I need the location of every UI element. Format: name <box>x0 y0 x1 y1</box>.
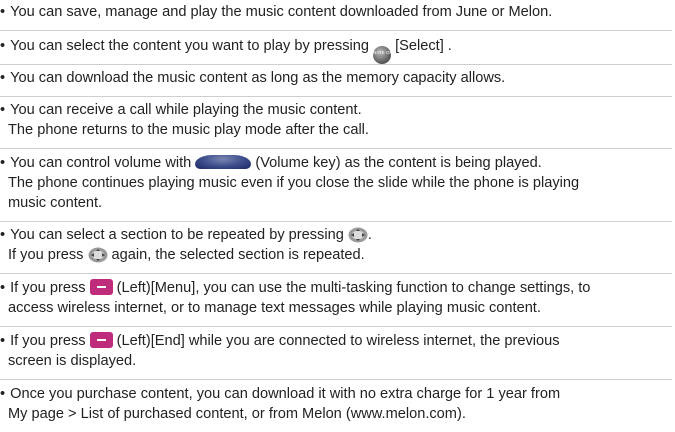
item-text: access wireless internet, or to manage t… <box>8 300 541 316</box>
item-text: You can save, manage and play the music … <box>10 4 553 20</box>
list-item: If you press (Left)[Menu], you can use t… <box>0 278 672 327</box>
list-item: Once you purchase content, you can downl… <box>0 384 672 432</box>
nav-key-icon <box>88 247 108 263</box>
nav-key-icon <box>348 227 368 243</box>
left-softkey-icon <box>89 279 113 295</box>
volume-key-icon <box>195 155 252 169</box>
item-text: You can select a section to be repeated … <box>10 227 348 243</box>
item-text: The phone returns to the music play mode… <box>8 122 369 138</box>
item-text: If you press <box>8 247 88 263</box>
item-text: You can control volume with <box>10 155 196 171</box>
item-text: You can receive a call while playing the… <box>10 102 362 118</box>
item-text: Once you purchase content, you can downl… <box>10 386 561 402</box>
list-item-line: You can control volume with (Volume key)… <box>0 153 672 173</box>
list-item-line: You can select a section to be repeated … <box>0 225 672 245</box>
list-item-line: If you press again, the selected section… <box>0 245 672 265</box>
list-item: You can save, manage and play the music … <box>0 2 672 31</box>
list-item-line: Once you purchase content, you can downl… <box>0 384 672 404</box>
select-key-icon: NATE ON <box>373 46 393 64</box>
list-item-line: You can select the content you want to p… <box>0 36 672 64</box>
list-item: You can control volume with (Volume key)… <box>0 153 672 222</box>
list-item-line: You can receive a call while playing the… <box>0 100 672 120</box>
item-text: again, the selected section is repeated. <box>107 247 365 263</box>
list-item-line: music content. <box>0 193 672 213</box>
item-text: You can select the content you want to p… <box>10 38 374 54</box>
list-item-line: My page > List of purchased content, or … <box>0 404 672 424</box>
item-text: (Left)[End] while you are connected to w… <box>112 333 560 349</box>
list-item-line: The phone returns to the music play mode… <box>0 120 672 140</box>
list-item-line: If you press (Left)[Menu], you can use t… <box>0 278 672 298</box>
item-text: . <box>367 227 372 243</box>
list-item: You can select the content you want to p… <box>0 36 672 65</box>
list-item-line: You can download the music content as lo… <box>0 68 672 88</box>
item-text: My page > List of purchased content, or … <box>8 406 466 422</box>
list-item: You can receive a call while playing the… <box>0 100 672 149</box>
list-item-line: screen is displayed. <box>0 351 672 371</box>
left-softkey-icon <box>89 332 113 348</box>
item-text: music content. <box>8 195 103 211</box>
list-item-line: If you press (Left)[End] while you are c… <box>0 331 672 351</box>
list-item: You can select a section to be repeated … <box>0 225 672 274</box>
item-text: If you press <box>10 280 90 296</box>
list-item-line: access wireless internet, or to manage t… <box>0 298 672 318</box>
item-text: [Select] . <box>391 38 452 54</box>
list-item-line: The phone continues playing music even i… <box>0 173 672 193</box>
list-item-line: You can save, manage and play the music … <box>0 2 672 22</box>
item-text: If you press <box>10 333 90 349</box>
item-text: (Left)[Menu], you can use the multi-task… <box>112 280 591 296</box>
item-text: (Volume key) as the content is being pla… <box>251 155 542 171</box>
item-text: You can download the music content as lo… <box>10 70 506 86</box>
item-text: screen is displayed. <box>8 353 137 369</box>
list-item: You can download the music content as lo… <box>0 68 672 97</box>
item-text: The phone continues playing music even i… <box>8 175 580 191</box>
bullet-list: You can save, manage and play the music … <box>0 0 675 422</box>
list-item: If you press (Left)[End] while you are c… <box>0 331 672 380</box>
